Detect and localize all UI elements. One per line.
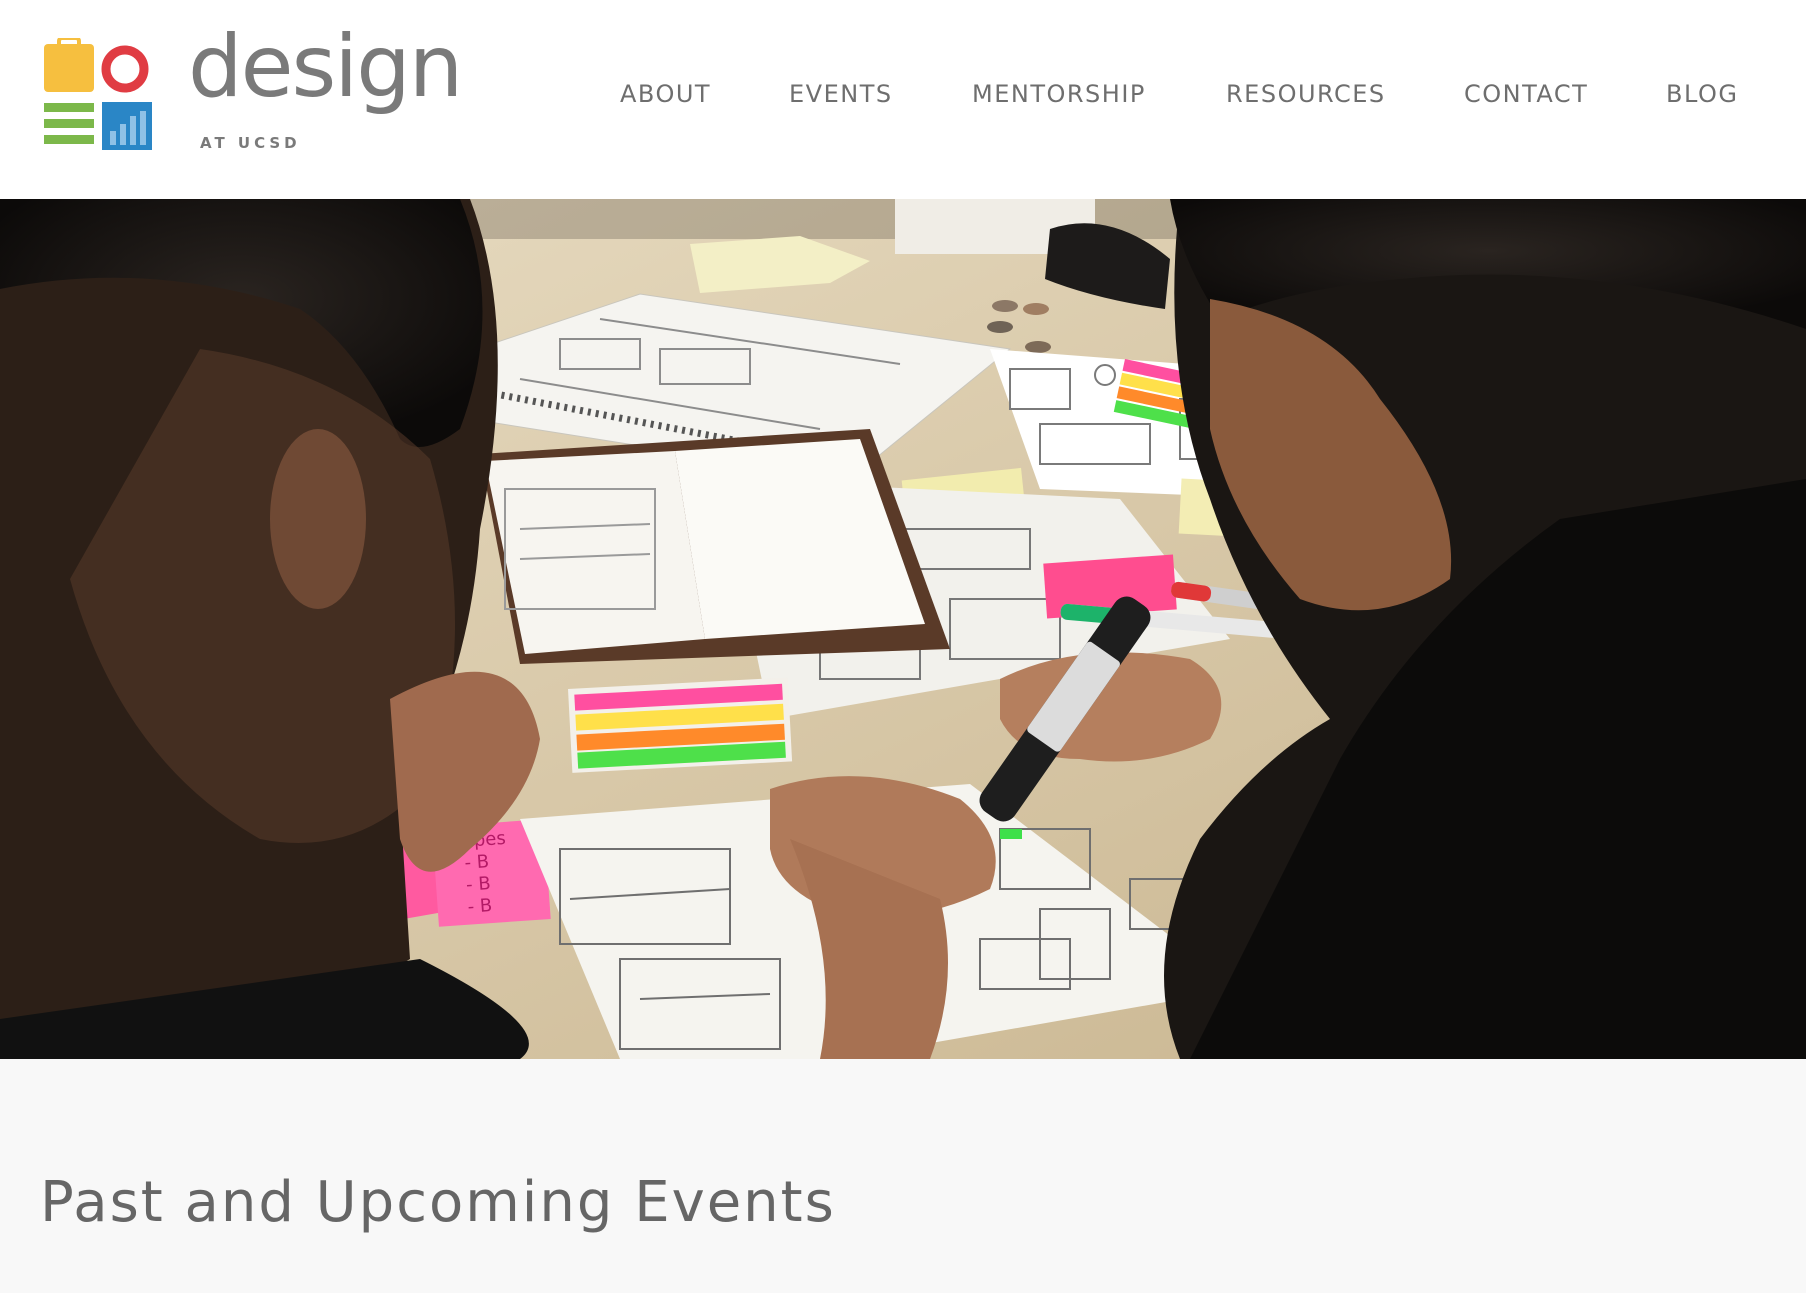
- nav-events[interactable]: EVENTS: [789, 80, 893, 108]
- site-header: design AT UCSD ABOUT EVENTS MENTORSHIP R…: [0, 0, 1806, 199]
- nav-resources[interactable]: RESOURCES: [1226, 80, 1386, 108]
- hero-image: Types - B - B - B: [0, 199, 1806, 1059]
- main-nav: ABOUT EVENTS MENTORSHIP RESOURCES CONTAC…: [0, 80, 1806, 116]
- hero-photo: Types - B - B - B: [0, 199, 1806, 1059]
- nav-contact[interactable]: CONTACT: [1464, 80, 1588, 108]
- nav-blog[interactable]: BLOG: [1666, 80, 1738, 108]
- sticky-note-line: - B: [467, 895, 493, 918]
- sticky-note-line: - B: [465, 873, 491, 896]
- events-section-title: Past and Upcoming Events: [40, 1170, 836, 1235]
- logo-subtitle: AT UCSD: [200, 134, 301, 152]
- sticky-note-line: - B: [464, 851, 490, 874]
- nav-about[interactable]: ABOUT: [620, 80, 711, 108]
- nav-mentorship[interactable]: MENTORSHIP: [972, 80, 1146, 108]
